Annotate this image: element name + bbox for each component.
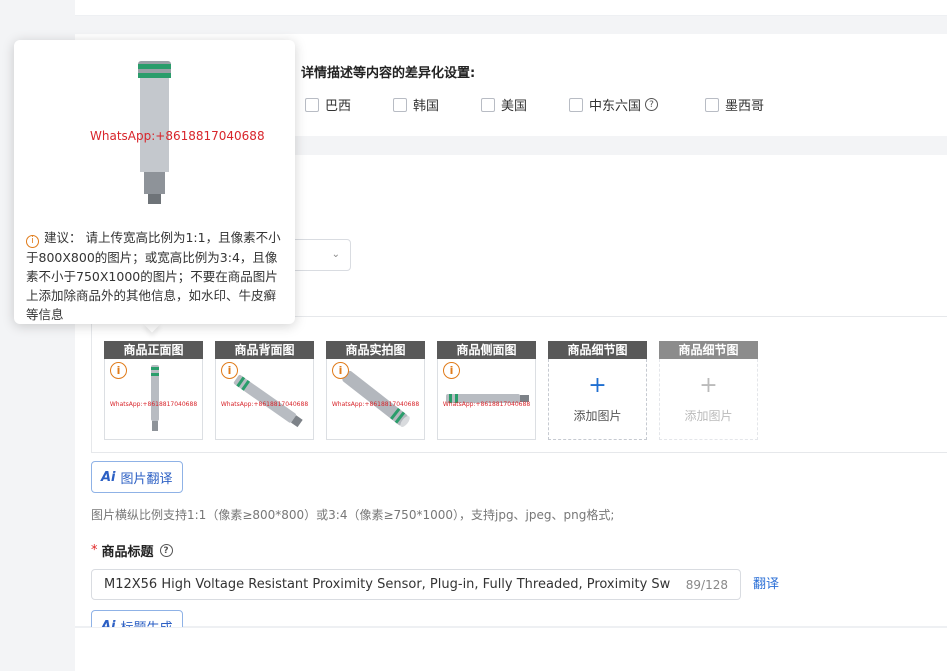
- country-checkbox-usa[interactable]: 美国: [481, 95, 527, 114]
- diff-settings-title: 详情描述等内容的差异化设置:: [301, 66, 476, 81]
- watermark-text: WhatsApp:+8618817040688: [331, 401, 420, 408]
- checkbox-box[interactable]: [305, 97, 319, 112]
- image-tip-popover: WhatsApp:+8618817040688 i 建议： 请上传宽高比例为1:1…: [14, 40, 295, 324]
- ai-icon: Ai: [101, 469, 116, 485]
- country-checkbox-mexico[interactable]: 墨西哥: [705, 95, 764, 114]
- slot-label: 商品背面图: [215, 341, 314, 359]
- country-label: 美国: [501, 99, 528, 114]
- image-slot-photo[interactable]: 商品实拍图 i WhatsApp:+8618817040688: [326, 341, 425, 440]
- country-checkbox-brazil[interactable]: 巴西: [305, 95, 351, 114]
- add-image-label: 添加图片: [573, 408, 622, 423]
- slot-label: 商品细节图: [659, 341, 758, 359]
- checkbox-box[interactable]: [705, 97, 719, 112]
- watermark-text: WhatsApp:+8618817040688: [442, 401, 531, 408]
- plus-icon: +: [588, 372, 607, 398]
- tooltip-text: i 建议： 请上传宽高比例为1:1，且像素不小于800X800的图片；或宽高比例为…: [26, 228, 286, 324]
- slot-image[interactable]: i WhatsApp:+8618817040688: [104, 359, 203, 440]
- image-slot-detail[interactable]: 商品细节图 + 添加图片: [548, 341, 647, 440]
- watermark-text: WhatsApp:+8618817040688: [220, 401, 309, 408]
- tooltip-watermark: WhatsApp:+8618817040688: [90, 129, 265, 143]
- image-translate-label: 图片翻译: [120, 471, 173, 487]
- add-image-button[interactable]: + 添加图片: [548, 359, 647, 440]
- country-label: 韩国: [413, 99, 440, 114]
- image-translate-button[interactable]: Ai 图片翻译: [91, 461, 183, 493]
- country-label: 中东六国: [589, 99, 642, 114]
- slot-image[interactable]: i WhatsApp:+8618817040688: [437, 359, 536, 440]
- help-circle-icon[interactable]: ?: [645, 98, 659, 111]
- image-slot-back[interactable]: 商品背面图 i WhatsApp:+8618817040688: [215, 341, 314, 440]
- checkbox-box[interactable]: [481, 97, 495, 112]
- chevron-down-icon: ⌄: [331, 249, 340, 260]
- plus-icon: +: [699, 372, 718, 398]
- country-label: 墨西哥: [725, 99, 765, 114]
- warning-icon: i: [110, 362, 127, 379]
- slot-label: 商品侧面图: [437, 341, 536, 359]
- watermark-text: WhatsApp:+8618817040688: [109, 401, 198, 408]
- country-checkbox-korea[interactable]: 韩国: [393, 95, 439, 114]
- product-title-input[interactable]: M12X56 High Voltage Resistant Proximity …: [91, 569, 741, 600]
- slot-label: 商品细节图: [548, 341, 647, 359]
- country-label: 巴西: [325, 99, 352, 114]
- tooltip-advice: 建议： 请上传宽高比例为1:1，且像素不小于800X800的图片；或宽高比例为3…: [26, 230, 281, 322]
- add-image-label: 添加图片: [684, 408, 733, 423]
- required-mark: *: [91, 543, 98, 558]
- warning-icon: i: [443, 362, 460, 379]
- product-title-label-text: 商品标题: [101, 545, 154, 560]
- country-checkbox-middle-east[interactable]: 中东六国 ?: [569, 95, 659, 114]
- image-slot-detail-disabled: 商品细节图 + 添加图片: [659, 341, 758, 440]
- help-circle-icon[interactable]: ?: [159, 544, 173, 557]
- warning-icon: i: [26, 235, 39, 248]
- product-title-label: * 商品标题 ?: [91, 541, 173, 560]
- warning-icon: i: [332, 362, 349, 379]
- product-title-value[interactable]: M12X56 High Voltage Resistant Proximity …: [104, 577, 670, 592]
- checkbox-box[interactable]: [569, 97, 583, 112]
- checkbox-box[interactable]: [393, 97, 407, 112]
- title-translate-link[interactable]: 翻译: [753, 573, 779, 592]
- slot-label: 商品实拍图: [326, 341, 425, 359]
- char-counter: 89/128: [685, 577, 728, 592]
- image-slot-side[interactable]: 商品侧面图 i WhatsApp:+8618817040688: [437, 341, 536, 440]
- warning-icon: i: [221, 362, 238, 379]
- slot-image[interactable]: i WhatsApp:+8618817040688: [215, 359, 314, 440]
- image-slot-front[interactable]: 商品正面图 i WhatsApp:+8618817040688: [104, 341, 203, 440]
- slot-label: 商品正面图: [104, 341, 203, 359]
- top-card: [75, 0, 947, 16]
- add-image-button-disabled: + 添加图片: [659, 359, 758, 440]
- bottom-card-overlay: [75, 627, 947, 671]
- image-format-help: 图片横纵比例支持1:1（像素≥800*800）或3:4（像素≥750*1000）…: [91, 508, 615, 522]
- slot-image[interactable]: i WhatsApp:+8618817040688: [326, 359, 425, 440]
